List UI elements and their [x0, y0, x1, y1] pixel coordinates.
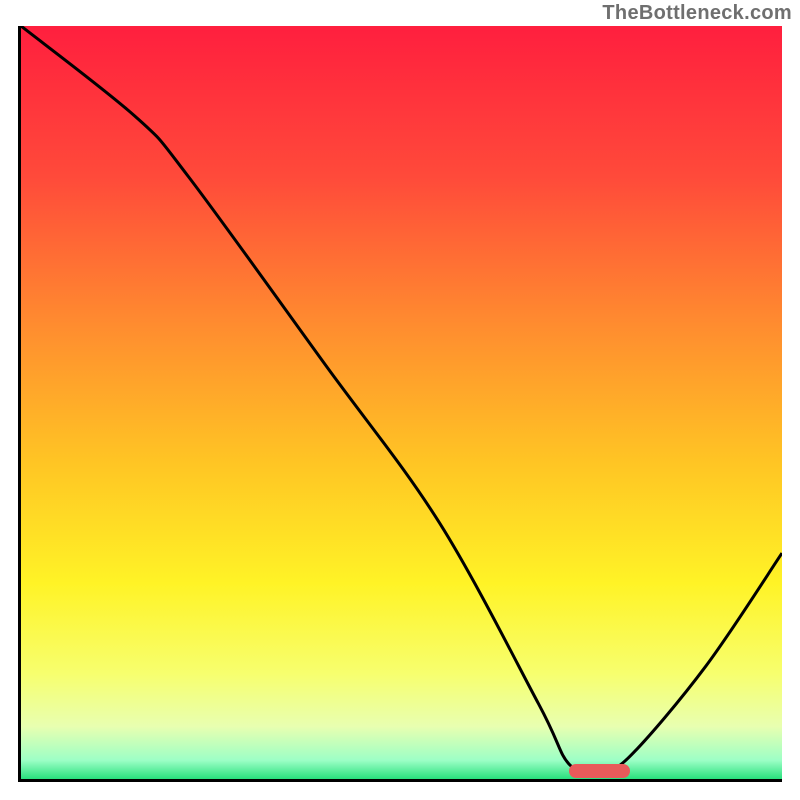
bottleneck-curve-line [21, 26, 782, 779]
watermark-text: TheBottleneck.com [602, 2, 792, 25]
optimal-range-marker [569, 764, 630, 778]
